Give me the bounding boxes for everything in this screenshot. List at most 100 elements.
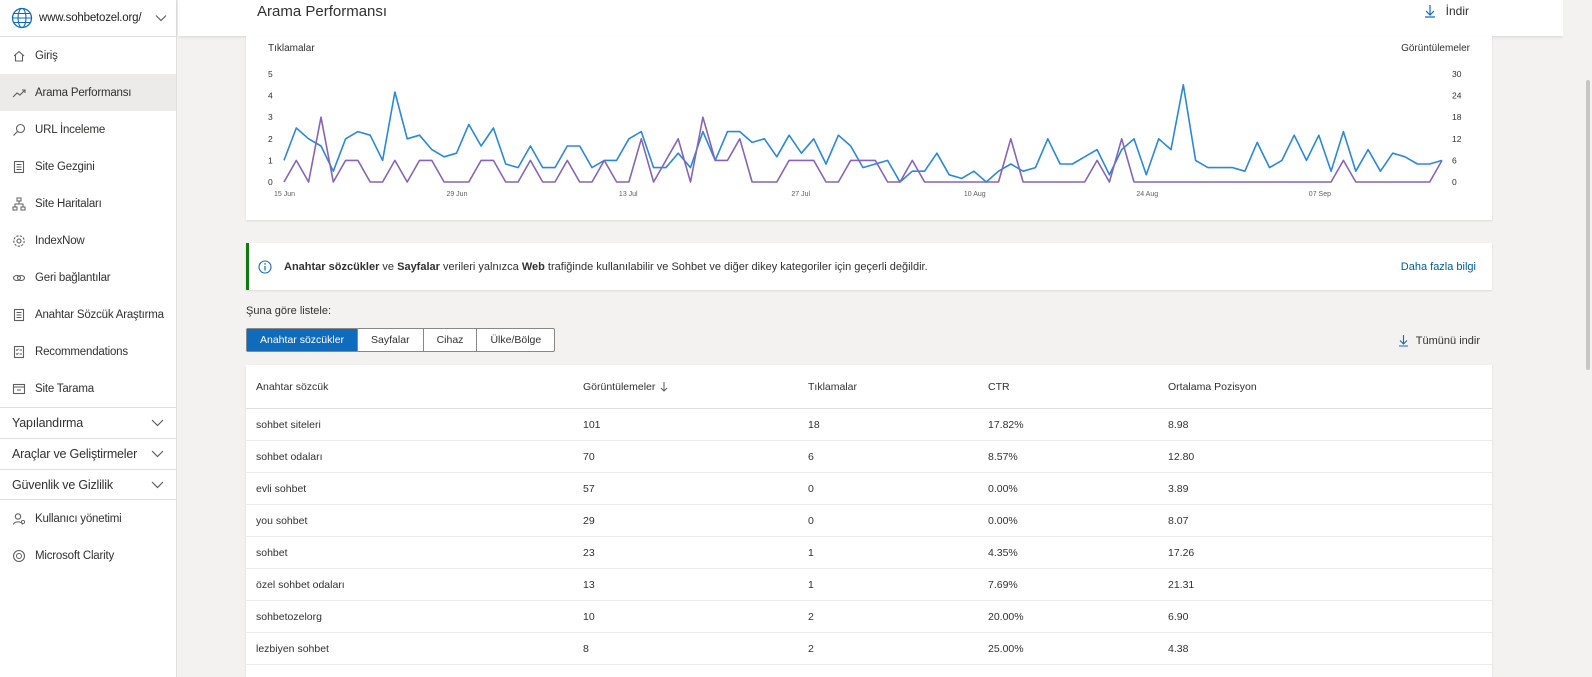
- ctr-cell: 4.35%: [988, 546, 1018, 559]
- right-tick-label: 18: [1452, 112, 1462, 122]
- right-tick-label: 12: [1452, 134, 1462, 144]
- position-cell: 8.07: [1168, 514, 1189, 527]
- scrollbar-thumb[interactable]: [1586, 80, 1590, 370]
- info-icon: [258, 259, 272, 274]
- x-tick-label: 15 Jun: [274, 191, 295, 198]
- gear-icon: [12, 234, 26, 248]
- left-tick-label: 0: [268, 177, 273, 187]
- sidebar-item-label: Site Gezgini: [35, 160, 95, 173]
- ctr-cell: 17.82%: [988, 418, 1024, 431]
- column-header-keyword[interactable]: Anahtar sözcük: [256, 365, 328, 408]
- tab-device[interactable]: Cihaz: [424, 329, 478, 351]
- globe-icon: [11, 7, 33, 29]
- sidebar-item-label: Kullanıcı yönetimi: [35, 512, 122, 525]
- position-cell: 4.38: [1168, 642, 1189, 655]
- tab-pages[interactable]: Sayfalar: [358, 329, 424, 351]
- site-selector[interactable]: www.sohbetozel.org/: [0, 0, 176, 37]
- keyword-cell: you sohbet: [256, 514, 308, 527]
- right-axis-title: Görüntülemeler: [1401, 43, 1471, 54]
- sidebar-item-label: Anahtar Sözcük Araştırma: [35, 308, 164, 321]
- clicks-cell: 0: [808, 514, 814, 527]
- performance-chart: Tıklamalar Görüntülemeler 5 4 3 2 1 0 30 24 18 12 6 0…: [246, 36, 1492, 220]
- keyword-cell: sohbetozelorg: [256, 610, 322, 623]
- info-banner: Anahtar sözcükler ve Sayfalar verileri y…: [246, 243, 1492, 290]
- clicks-cell: 18: [808, 418, 820, 431]
- sidebar-item-trend-1[interactable]: Arama Performansı: [0, 74, 176, 111]
- table-row[interactable]: you sohbet 29 0 0.00% 8.07: [246, 505, 1492, 537]
- learn-more-link[interactable]: Daha fazla bilgi: [1401, 261, 1476, 273]
- position-cell: 12.80: [1168, 450, 1195, 463]
- page-header: Arama Performansı İndir: [178, 0, 1563, 36]
- list-by-label: Şuna göre listele:: [246, 305, 331, 317]
- keyword-cell: sohbet siteleri: [256, 418, 321, 431]
- scrollbar[interactable]: [1563, 0, 1592, 677]
- clicks-cell: 2: [808, 610, 814, 623]
- right-tick-label: 24: [1452, 91, 1462, 101]
- download-icon: [1398, 335, 1408, 347]
- impressions-cell: 101: [583, 418, 601, 431]
- ctr-cell: 20.00%: [988, 610, 1024, 623]
- position-cell: 17.26: [1168, 546, 1195, 559]
- trend-icon: [12, 86, 26, 100]
- download-button[interactable]: İndir: [1424, 4, 1469, 18]
- sidebar-item-user-0[interactable]: Kullanıcı yönetimi: [0, 500, 176, 537]
- sidebar-item-label: Site Haritaları: [35, 197, 102, 210]
- x-tick-label: 27 Jul: [791, 191, 810, 198]
- table-row[interactable]: lezbiyen sohbet 8 2 25.00% 4.38: [246, 633, 1492, 665]
- scan-icon: [12, 382, 26, 396]
- position-cell: 21.31: [1168, 578, 1195, 591]
- table-row[interactable]: özel sohbet odaları 13 1 7.69% 21.31: [246, 569, 1492, 601]
- sidebar-item-home-0[interactable]: Giriş: [0, 37, 176, 74]
- right-tick-label: 0: [1452, 177, 1457, 187]
- tab-keywords[interactable]: Anahtar sözcükler: [247, 329, 359, 351]
- column-header-position[interactable]: Ortalama Pozisyon: [1168, 365, 1257, 408]
- tab-country[interactable]: Ülke/Bölge: [477, 329, 554, 351]
- nav-group-tools[interactable]: Araçlar ve Geliştirmeler: [0, 438, 176, 469]
- nav-group-label: Yapılandırma: [12, 416, 84, 430]
- left-tick-label: 3: [268, 112, 273, 122]
- home-icon: [12, 49, 26, 63]
- sidebar-item-link-6[interactable]: Geri bağlantılar: [0, 259, 176, 296]
- sidebar-item-document-3[interactable]: Site Gezgini: [0, 148, 176, 185]
- clarity-icon: [12, 549, 26, 563]
- table-row[interactable]: sohbet odaları 70 6 8.57% 12.80: [246, 441, 1492, 473]
- sidebar-item-label: Recommendations: [35, 345, 128, 358]
- impressions-cell: 10: [583, 610, 595, 623]
- nav-group-configuration[interactable]: Yapılandırma: [0, 407, 176, 438]
- left-tick-label: 2: [268, 134, 273, 144]
- user-icon: [12, 512, 26, 526]
- chevron-down-icon: [151, 419, 164, 427]
- series-line-impressions: [283, 83, 1443, 183]
- keyword-cell: sohbet odaları: [256, 450, 323, 463]
- right-tick-label: 6: [1452, 155, 1457, 165]
- clicks-cell: 0: [808, 482, 814, 495]
- chevron-down-icon: [151, 481, 164, 488]
- sidebar-item-label: Arama Performansı: [35, 86, 132, 99]
- sidebar-item-document-7[interactable]: Anahtar Sözcük Araştırma: [0, 296, 176, 333]
- left-axis-title: Tıklamalar: [268, 43, 315, 54]
- x-tick-label: 10 Aug: [964, 191, 986, 198]
- impressions-cell: 57: [583, 482, 595, 495]
- nav-group-security[interactable]: Güvenlik ve Gizlilik: [0, 469, 176, 500]
- sidebar-item-clarity-1[interactable]: Microsoft Clarity: [0, 537, 176, 574]
- column-header-ctr[interactable]: CTR: [988, 365, 1010, 408]
- sidebar: www.sohbetozel.org/ Giriş Arama Performan…: [0, 0, 177, 677]
- table-row[interactable]: sohbet siteleri 101 18 17.82% 8.98: [246, 409, 1492, 441]
- table-row[interactable]: sohbetozelorg 10 2 20.00% 6.90: [246, 601, 1492, 633]
- table-row[interactable]: evli sohbet 57 0 0.00% 3.89: [246, 473, 1492, 505]
- sidebar-item-label: Microsoft Clarity: [35, 549, 115, 562]
- sidebar-item-sitemap-4[interactable]: Site Haritaları: [0, 185, 176, 222]
- table-row[interactable]: sohbet 23 1 4.35% 17.26: [246, 537, 1492, 569]
- sidebar-item-search-2[interactable]: URL İnceleme: [0, 111, 176, 148]
- info-text: Anahtar sözcükler ve Sayfalar verileri y…: [284, 260, 928, 273]
- sidebar-item-gear-5[interactable]: IndexNow: [0, 222, 176, 259]
- column-header-clicks[interactable]: Tıklamalar: [808, 365, 857, 408]
- sidebar-item-scan-9[interactable]: Site Tarama: [0, 370, 176, 407]
- sidebar-item-checklist-8[interactable]: Recommendations: [0, 333, 176, 370]
- download-all-label: Tümünü indir: [1415, 334, 1480, 347]
- column-header-impressions[interactable]: Görüntülemeler: [583, 365, 668, 408]
- sidebar-item-label: Site Tarama: [35, 382, 94, 395]
- column-header-label: Görüntülemeler: [583, 380, 656, 393]
- download-all-button[interactable]: Tümünü indir: [1398, 334, 1480, 347]
- ctr-cell: 8.57%: [988, 450, 1018, 463]
